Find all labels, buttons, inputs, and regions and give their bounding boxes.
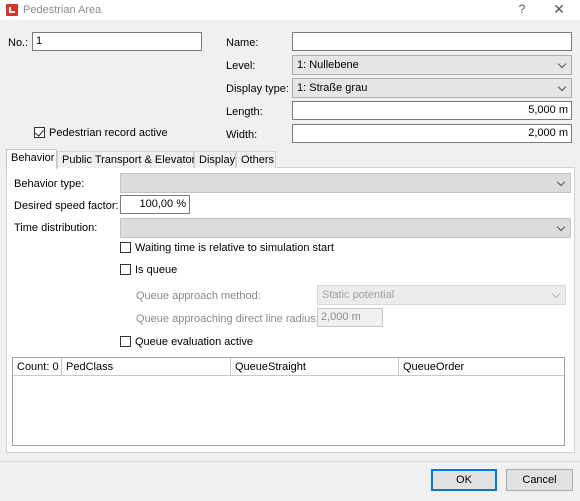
time-distribution-label: Time distribution: [14,222,98,234]
desired-speed-label: Desired speed factor: [14,200,119,212]
display-type-select-value: 1: Straße grau [297,82,368,94]
desired-speed-field[interactable]: 100,00 % [120,195,190,214]
width-field[interactable]: 2,000 m [292,124,572,143]
chevron-down-icon [557,59,567,69]
tab-display[interactable]: Display [194,151,236,168]
chevron-down-icon [557,82,567,92]
name-label: Name: [226,37,259,49]
waiting-time-checkbox[interactable] [120,242,131,253]
length-label: Length: [226,106,263,118]
level-label: Level: [226,60,256,72]
no-label: No.: [8,37,29,49]
chevron-down-icon [556,177,566,187]
queue-evaluation-label: Queue evaluation active [135,336,254,348]
queue-radius-field[interactable]: 2,000 m [317,308,383,327]
close-icon[interactable]: ✕ [550,1,568,19]
is-queue-checkbox[interactable] [120,264,131,275]
length-field[interactable]: 5,000 m [292,101,572,120]
queue-method-value: Static potential [322,289,395,301]
queue-method-select[interactable]: Static potential [317,285,566,305]
tab-others[interactable]: Others [236,151,276,168]
column-header-count[interactable]: Count: 0 [13,358,62,376]
time-distribution-select[interactable] [120,218,571,238]
display-type-label: Display type: [226,83,289,95]
pedestrian-record-checkbox[interactable] [34,127,45,138]
queue-radius-label: Queue approaching direct line radius: [136,313,319,325]
queue-method-label: Queue approach method: [136,290,261,302]
waiting-time-label: Waiting time is relative to simulation s… [135,242,334,254]
cancel-button[interactable]: Cancel [506,469,573,491]
width-label: Width: [226,129,258,141]
behavior-type-label: Behavior type: [14,178,85,190]
column-header-queuestraight[interactable]: QueueStraight [231,358,399,376]
chevron-down-icon [556,222,566,232]
column-header-queueorder[interactable]: QueueOrder [399,358,564,376]
no-field[interactable]: 1 [32,32,202,51]
pedestrian-record-label: Pedestrian record active [49,127,168,139]
app-icon [6,4,18,16]
level-select[interactable]: 1: Nullebene [292,55,572,75]
queue-table[interactable]: Count: 0 PedClass QueueStraight QueueOrd… [12,357,565,446]
level-select-value: 1: Nullebene [297,59,359,71]
footer-divider [0,461,580,462]
is-queue-label: Is queue [135,264,178,276]
tab-public-transport-elevators[interactable]: Public Transport & Elevators [57,151,201,168]
name-field[interactable] [292,32,572,51]
chevron-down-icon [551,289,561,299]
column-header-pedclass[interactable]: PedClass [62,358,231,376]
behavior-type-select[interactable] [120,173,571,193]
ok-button[interactable]: OK [431,469,497,491]
title-bar: Pedestrian Area ? ✕ [0,0,580,20]
help-button[interactable]: ? [514,2,530,18]
window-title: Pedestrian Area [23,4,102,16]
tab-behavior[interactable]: Behavior [6,149,57,169]
queue-evaluation-checkbox[interactable] [120,336,131,347]
display-type-select[interactable]: 1: Straße grau [292,78,572,98]
